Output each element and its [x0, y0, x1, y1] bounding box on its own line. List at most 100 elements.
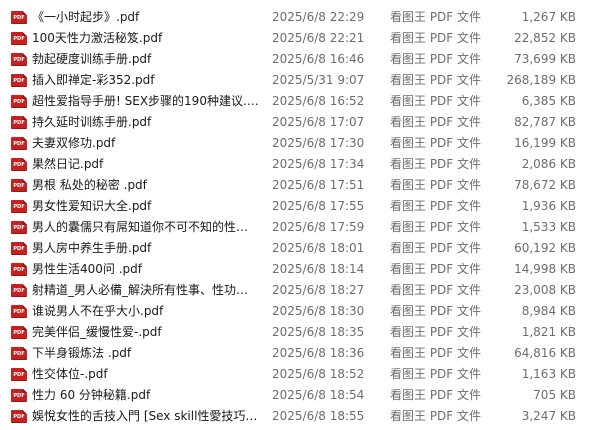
file-size: 2,086 KB — [521, 157, 576, 171]
pdf-file-icon: PDF — [11, 158, 27, 171]
file-row[interactable]: PDF 《一小时起步》.pdf 2025/6/8 22:29 看图王 PDF 文件 1,… — [0, 7, 594, 28]
file-name: 夫妻双修功.pdf — [32, 136, 116, 150]
pdf-icon-label: PDF — [13, 36, 25, 42]
file-row[interactable]: PDF 完美伴侣_缓慢性爱-.pdf 2025/6/8 18:35 看图王 PDF 文… — [0, 322, 594, 343]
file-size: 22,852 KB — [514, 31, 576, 45]
file-row[interactable]: PDF 男性生活400问 .pdf 2025/6/8 18:14 看图王 PDF 文件… — [0, 259, 594, 280]
file-size: 3,247 KB — [521, 409, 576, 423]
file-name: 男根 私处的秘密 .pdf — [32, 178, 147, 192]
file-row[interactable]: PDF 男女性爱知识大全.pdf 2025/6/8 17:55 看图王 PDF 文件 1… — [0, 196, 594, 217]
file-row[interactable]: PDF 性力 60 分钟秘籍.pdf 2025/6/8 18:54 看图王 PDF 文… — [0, 385, 594, 406]
file-row[interactable]: PDF 勃起硬度训练手册.pdf 2025/6/8 16:46 看图王 PDF 文件 7… — [0, 49, 594, 70]
file-row[interactable]: PDF 果然日记.pdf 2025/6/8 17:34 看图王 PDF 文件 2,086… — [0, 154, 594, 175]
file-row[interactable]: PDF 男人房中养生手册.pdf 2025/6/8 18:01 看图王 PDF 文件 6… — [0, 238, 594, 259]
pdf-icon-label: PDF — [13, 57, 25, 63]
file-modified-date: 2025/6/8 17:07 — [272, 115, 365, 129]
pdf-file-icon: PDF — [11, 368, 27, 381]
pdf-file-icon: PDF — [11, 116, 27, 129]
file-name: 男女性爱知识大全.pdf — [32, 199, 152, 213]
pdf-file-icon: PDF — [11, 32, 27, 45]
pdf-file-icon: PDF — [11, 347, 27, 360]
file-row[interactable]: PDF 男人的囊儒只有屌知道你不可不知的性智慧.pdf 2025/6/8 17:59… — [0, 217, 594, 238]
file-size: 1,533 KB — [521, 220, 576, 234]
pdf-icon-label: PDF — [13, 351, 25, 357]
file-row[interactable]: PDF 下半身锻炼法 .pdf 2025/6/8 18:36 看图王 PDF 文件 64… — [0, 343, 594, 364]
file-row[interactable]: PDF 持久延时训练手册.pdf 2025/6/8 17:07 看图王 PDF 文件 8… — [0, 112, 594, 133]
file-modified-date: 2025/6/8 17:51 — [272, 178, 365, 192]
file-name: 下半身锻炼法 .pdf — [32, 346, 132, 360]
file-row[interactable]: PDF 谁说男人不在乎大小.pdf 2025/6/8 18:30 看图王 PDF 文件… — [0, 301, 594, 322]
pdf-icon-label: PDF — [13, 141, 25, 147]
pdf-icon-label: PDF — [13, 414, 25, 420]
file-name: 男人房中养生手册.pdf — [32, 241, 152, 255]
pdf-file-icon: PDF — [11, 284, 27, 297]
file-size: 14,998 KB — [514, 262, 576, 276]
file-modified-date: 2025/6/8 16:52 — [272, 94, 365, 108]
file-name: 谁说男人不在乎大小.pdf — [32, 304, 164, 318]
file-size: 64,816 KB — [514, 346, 576, 360]
file-size: 705 KB — [533, 388, 576, 402]
pdf-file-icon: PDF — [11, 11, 27, 24]
file-modified-date: 2025/6/8 18:35 — [272, 325, 365, 339]
file-name: 男性生活400问 .pdf — [32, 262, 142, 276]
file-modified-date: 2025/6/8 18:14 — [272, 262, 365, 276]
file-row[interactable]: PDF 100天性力激活秘笈.pdf 2025/6/8 22:21 看图王 PDF 文… — [0, 28, 594, 49]
pdf-icon-label: PDF — [13, 393, 25, 399]
file-name: 100天性力激活秘笈.pdf — [32, 31, 163, 45]
pdf-icon-label: PDF — [13, 162, 25, 168]
file-size: 268,189 KB — [506, 73, 576, 87]
pdf-file-icon: PDF — [11, 242, 27, 255]
file-name: 完美伴侣_缓慢性爱-.pdf — [32, 325, 162, 339]
file-size: 16,199 KB — [514, 136, 576, 150]
file-modified-date: 2025/6/8 18:30 — [272, 304, 365, 318]
file-modified-date: 2025/5/31 9:07 — [272, 73, 365, 87]
pdf-icon-label: PDF — [13, 309, 25, 315]
pdf-file-icon: PDF — [11, 179, 27, 192]
file-size: 8,984 KB — [521, 304, 576, 318]
file-size: 1,163 KB — [521, 367, 576, 381]
pdf-icon-label: PDF — [13, 183, 25, 189]
file-row[interactable]: PDF 男根 私处的秘密 .pdf 2025/6/8 17:51 看图王 PDF 文件… — [0, 175, 594, 196]
file-name: 果然日记.pdf — [32, 157, 104, 171]
pdf-icon-label: PDF — [13, 120, 25, 126]
pdf-file-icon: PDF — [11, 74, 27, 87]
pdf-file-icon: PDF — [11, 200, 27, 213]
file-name: 射精道_男人必備_解決所有性事、性功能問題.pdf — [32, 283, 260, 297]
file-name: 插入即禅定-彩352.pdf — [32, 73, 155, 87]
file-row[interactable]: PDF 娛悅女性的舌技入門 [Sex skill性愛技巧].pdf 2025/6/8… — [0, 406, 594, 427]
file-size: 60,192 KB — [514, 241, 576, 255]
pdf-file-icon: PDF — [11, 53, 27, 66]
file-modified-date: 2025/6/8 18:01 — [272, 241, 365, 255]
file-row[interactable]: PDF 超性爱指导手册! SEX步骤的190种建议.pdf 2025/6/8 16:… — [0, 91, 594, 112]
file-name: 勃起硬度训练手册.pdf — [32, 52, 152, 66]
file-modified-date: 2025/6/8 17:30 — [272, 136, 365, 150]
file-row[interactable]: PDF 射精道_男人必備_解決所有性事、性功能問題.pdf 2025/6/8 18:… — [0, 280, 594, 301]
file-modified-date: 2025/6/8 17:59 — [272, 220, 365, 234]
pdf-icon-label: PDF — [13, 15, 25, 21]
pdf-file-icon: PDF — [11, 263, 27, 276]
file-list: PDF 《一小时起步》.pdf 2025/6/8 22:29 看图王 PDF 文件 1,… — [0, 0, 594, 430]
file-modified-date: 2025/6/8 16:46 — [272, 52, 365, 66]
file-row[interactable]: PDF 性交体位-.pdf 2025/6/8 18:52 看图王 PDF 文件 1,16… — [0, 364, 594, 385]
file-name: 《一小时起步》.pdf — [32, 10, 140, 24]
pdf-icon-label: PDF — [13, 372, 25, 378]
pdf-icon-label: PDF — [13, 204, 25, 210]
pdf-icon-label: PDF — [13, 288, 25, 294]
pdf-icon-label: PDF — [13, 246, 25, 252]
pdf-icon-label: PDF — [13, 225, 25, 231]
file-name: 持久延时训练手册.pdf — [32, 115, 152, 129]
file-size: 1,821 KB — [521, 325, 576, 339]
file-modified-date: 2025/6/8 18:27 — [272, 283, 365, 297]
file-row[interactable]: PDF 夫妻双修功.pdf 2025/6/8 17:30 看图王 PDF 文件 16,1… — [0, 133, 594, 154]
pdf-file-icon: PDF — [11, 95, 27, 108]
file-size: 1,267 KB — [521, 10, 576, 24]
file-size: 78,672 KB — [514, 178, 576, 192]
file-row[interactable]: PDF 插入即禅定-彩352.pdf 2025/5/31 9:07 看图王 PDF 文… — [0, 70, 594, 91]
pdf-file-icon: PDF — [11, 137, 27, 150]
pdf-file-icon: PDF — [11, 410, 27, 423]
file-modified-date: 2025/6/8 18:52 — [272, 367, 365, 381]
pdf-icon-label: PDF — [13, 330, 25, 336]
file-name: 男人的囊儒只有屌知道你不可不知的性智慧.pdf — [32, 220, 260, 234]
file-modified-date: 2025/6/8 18:54 — [272, 388, 365, 402]
pdf-file-icon: PDF — [11, 221, 27, 234]
